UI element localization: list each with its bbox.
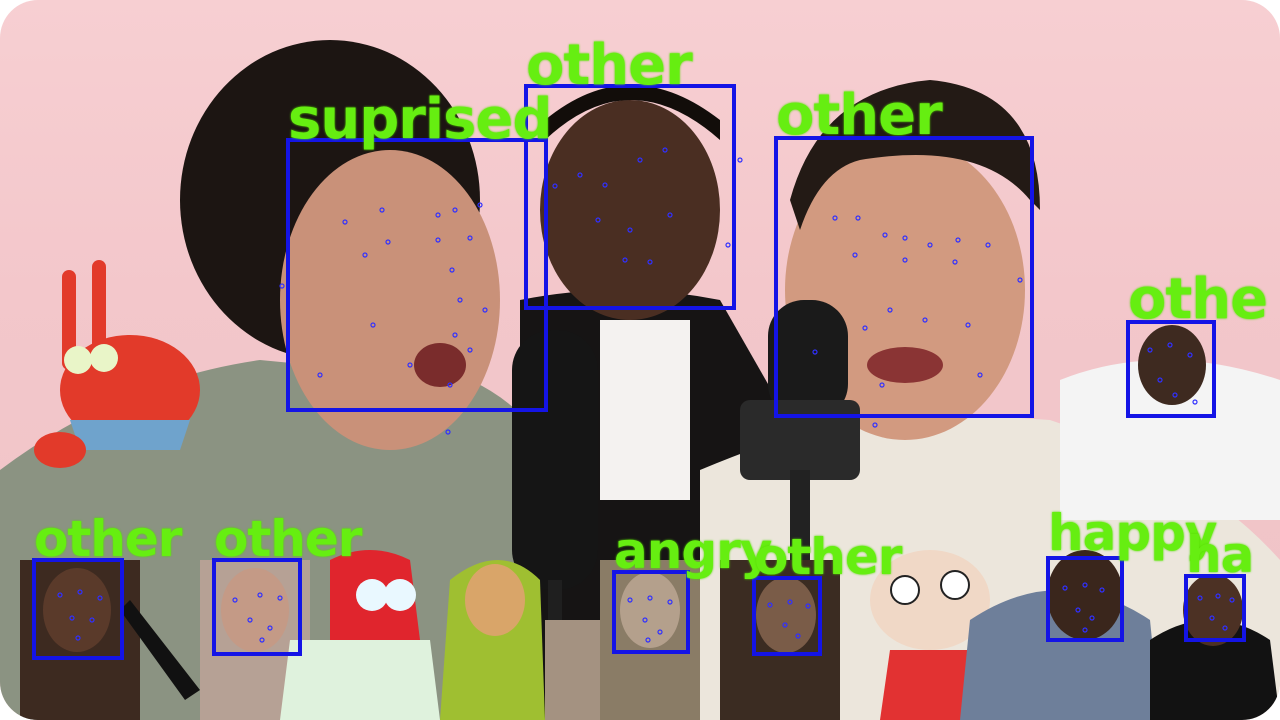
face-box: [32, 558, 124, 660]
emotion-label: ha: [1186, 526, 1254, 584]
crab-cartoon: [34, 260, 200, 468]
face-box: [286, 138, 548, 412]
face-box: [1184, 574, 1246, 642]
face-box: [1126, 320, 1216, 418]
emotion-label: othe: [1128, 267, 1268, 332]
emotion-label: other: [526, 33, 693, 98]
face-box: [612, 570, 690, 654]
emotion-label: other: [214, 510, 362, 568]
face-box: [1046, 556, 1124, 642]
emotion-label: suprised: [288, 87, 552, 152]
emotion-label: other: [776, 83, 943, 148]
face-box: [212, 558, 302, 656]
annotated-image: suprised other other othe other other an…: [0, 0, 1280, 720]
face-box: [752, 576, 822, 656]
face-box: [774, 136, 1034, 418]
emotion-label: angry: [614, 522, 772, 580]
face-box: [524, 84, 736, 310]
emotion-label: other: [34, 510, 182, 568]
emotion-label: other: [754, 528, 902, 586]
